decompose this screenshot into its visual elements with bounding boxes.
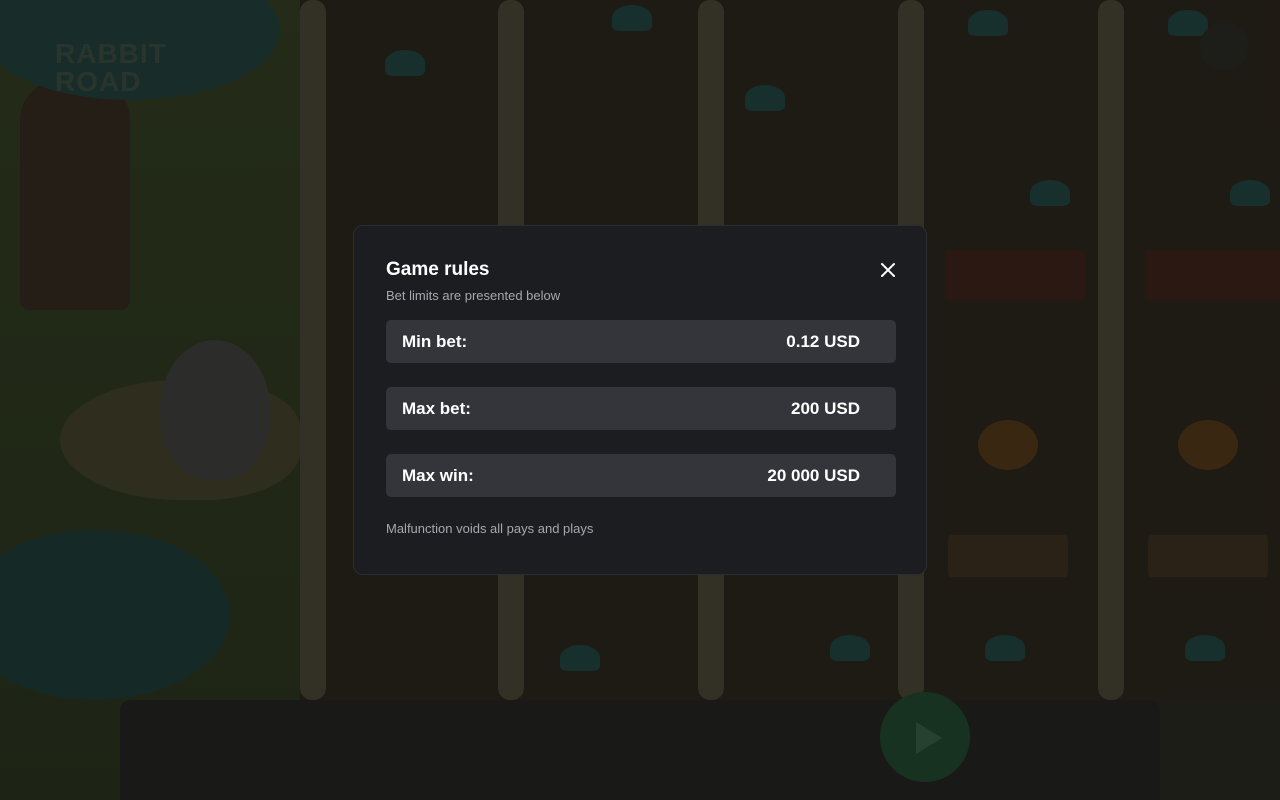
modal-title: Game rules bbox=[386, 259, 490, 280]
malfunction-disclaimer: Malfunction voids all pays and plays bbox=[386, 521, 594, 536]
row-label: Max bet: bbox=[402, 398, 471, 418]
row-label: Min bet: bbox=[402, 331, 468, 351]
bet-limits-list: Min bet: 0.12 USD Max bet: 200 USD Max w… bbox=[386, 320, 896, 497]
max-win-row: Max win: 20 000 USD bbox=[386, 454, 896, 497]
game-screen: RABBITROAD Game rules Bet limits are pre… bbox=[0, 0, 1280, 800]
max-bet-row: Max bet: 200 USD bbox=[386, 387, 896, 430]
close-button[interactable] bbox=[878, 260, 898, 280]
game-rules-modal: Game rules Bet limits are presented belo… bbox=[353, 225, 927, 575]
row-value: 200 USD bbox=[791, 398, 860, 418]
row-value: 0.12 USD bbox=[786, 331, 860, 351]
row-value: 20 000 USD bbox=[767, 465, 860, 485]
modal-subtitle: Bet limits are presented below bbox=[386, 288, 561, 303]
row-label: Max win: bbox=[402, 465, 474, 485]
min-bet-row: Min bet: 0.12 USD bbox=[386, 320, 896, 363]
close-icon bbox=[881, 263, 895, 277]
